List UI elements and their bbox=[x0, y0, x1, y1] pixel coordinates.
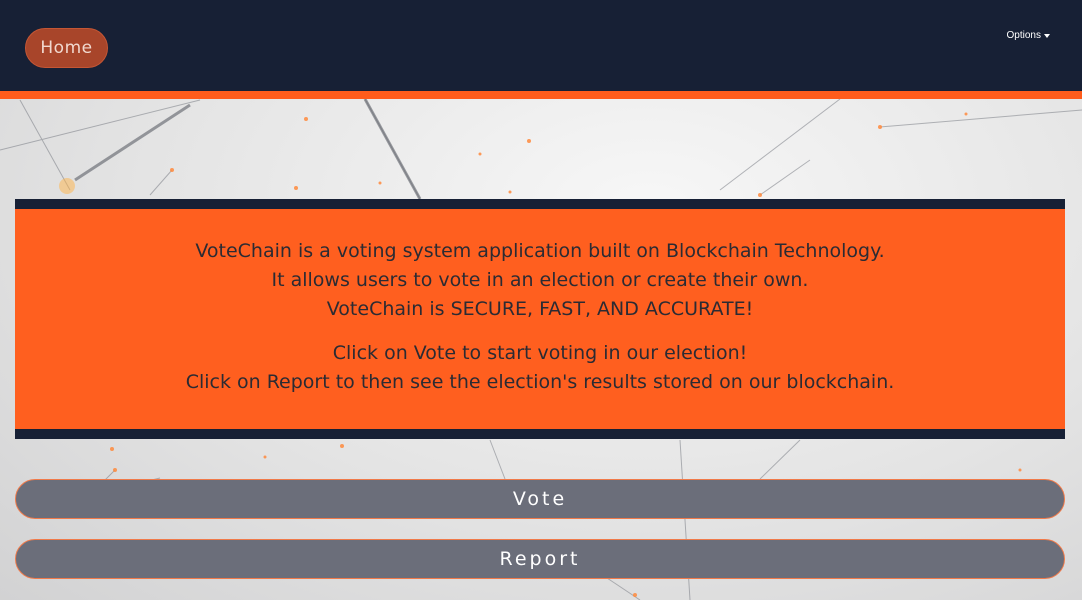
info-line: VoteChain is SECURE, FAST, AND ACCURATE! bbox=[326, 298, 754, 320]
vote-button[interactable]: Vote bbox=[15, 479, 1065, 519]
caret-down-icon bbox=[1044, 33, 1050, 38]
options-label: Options bbox=[1006, 30, 1041, 41]
info-line: VoteChain is a voting system application… bbox=[195, 240, 885, 262]
top-navbar: Home Options bbox=[0, 0, 1082, 91]
home-button[interactable]: Home bbox=[25, 28, 108, 68]
navbar-accent-stripe bbox=[0, 91, 1082, 99]
info-panel: VoteChain is a voting system application… bbox=[15, 199, 1065, 439]
info-paragraph-1: VoteChain is a voting system application… bbox=[15, 237, 1065, 324]
info-line: It allows users to vote in an election o… bbox=[271, 269, 809, 291]
info-panel-content: VoteChain is a voting system application… bbox=[15, 209, 1065, 429]
options-dropdown[interactable]: Options bbox=[1007, 30, 1050, 41]
info-paragraph-2: Click on Vote to start voting in our ele… bbox=[15, 339, 1065, 397]
info-line: Click on Report to then see the election… bbox=[185, 371, 895, 393]
report-button[interactable]: Report bbox=[15, 539, 1065, 579]
info-line: Click on Vote to start voting in our ele… bbox=[332, 342, 748, 364]
